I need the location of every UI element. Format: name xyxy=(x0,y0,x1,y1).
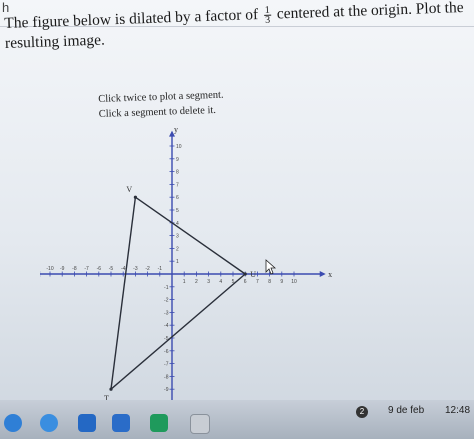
notification-badge[interactable]: 2 xyxy=(356,406,368,418)
taskbar-date[interactable]: 9 de feb xyxy=(388,405,424,416)
mouse-cursor-icon xyxy=(265,259,277,275)
screen: h The figure below is dilated by a facto… xyxy=(0,0,474,439)
x-tick-label: -5 xyxy=(109,266,114,272)
factor-denominator: 3 xyxy=(265,14,271,26)
x-tick-label: 9 xyxy=(280,279,283,285)
corner-text: h xyxy=(2,0,10,15)
y-tick-label: 3 xyxy=(176,234,179,240)
y-tick-label: -2 xyxy=(164,298,169,304)
y-tick-label: -4 xyxy=(164,323,169,329)
x-tick-label: 4 xyxy=(219,279,222,285)
vertex-label-V: V xyxy=(126,185,132,194)
x-tick-label: -8 xyxy=(72,266,77,272)
x-tick-label: -1 xyxy=(158,266,163,272)
x-tick-label: 10 xyxy=(291,279,297,285)
taskbar-time[interactable]: 12:48 xyxy=(445,405,470,416)
x-tick-label: -6 xyxy=(97,266,102,272)
x-tick-label: 2 xyxy=(195,279,198,285)
classroom-icon[interactable] xyxy=(150,414,168,432)
vertex-T[interactable] xyxy=(109,387,113,391)
y-tick-label: -8 xyxy=(164,374,169,380)
x-tick-label: -2 xyxy=(145,266,150,272)
x-tick-label: -7 xyxy=(84,266,89,272)
x-tick-label: -10 xyxy=(46,266,53,272)
meet-icon[interactable] xyxy=(112,414,130,432)
y-tick-label: -6 xyxy=(164,349,169,355)
instruction-line-2: Click a segment to delete it. xyxy=(98,104,217,120)
coordinate-plane[interactable]: -10 -9 -8 -7 -6 -5 -4 -3 -2 -11 2 3 4 5 6 7 8 9 1010987654… xyxy=(40,128,340,408)
x-tick-label: 3 xyxy=(207,279,210,285)
y-tick-label: 7 xyxy=(176,182,179,188)
x-axis-label: x xyxy=(328,270,332,279)
y-tick-label: 10 xyxy=(176,144,182,150)
files-icon[interactable] xyxy=(190,414,210,434)
vertex-label-U: U xyxy=(250,270,256,279)
segment-VU[interactable] xyxy=(134,196,246,275)
x-tick-label: 6 xyxy=(244,279,247,285)
segment-UT[interactable] xyxy=(110,273,246,390)
x-tick-label: -4 xyxy=(121,266,126,272)
y-tick-label: 1 xyxy=(176,259,179,265)
y-tick-label: 6 xyxy=(176,195,179,201)
launcher-icon[interactable] xyxy=(4,414,22,432)
y-tick-label: 9 xyxy=(176,157,179,163)
x-tick-label: 1 xyxy=(183,279,186,285)
y-tick-label: -3 xyxy=(164,310,169,316)
question-before: The figure below is dilated by a factor … xyxy=(4,6,259,32)
y-tick-label: -7 xyxy=(164,362,169,368)
vertex-V[interactable] xyxy=(133,195,137,199)
question-text: The figure below is dilated by a factor … xyxy=(4,0,465,54)
y-tick-label: 5 xyxy=(176,208,179,214)
y-tick-label: 8 xyxy=(176,170,179,176)
instructions: Click twice to plot a segment. Click a s… xyxy=(98,88,224,122)
vertex-U[interactable] xyxy=(243,272,247,276)
docs-icon[interactable] xyxy=(78,414,96,432)
x-axis-arrow-right xyxy=(319,271,326,277)
y-tick-label: -1 xyxy=(164,285,169,291)
x-tick-label: -9 xyxy=(60,266,65,272)
vertex-labels: VUT xyxy=(104,185,256,403)
y-axis-label: y xyxy=(174,128,178,134)
x-tick-label: 8 xyxy=(268,279,271,285)
x-tick-label: 7 xyxy=(256,279,259,285)
chrome-icon[interactable] xyxy=(40,414,58,432)
x-tick-label: -3 xyxy=(133,266,138,272)
dilation-factor: 1 3 xyxy=(263,5,272,26)
y-tick-label: 2 xyxy=(176,246,179,252)
y-tick-label: -9 xyxy=(164,387,169,393)
segment-TV[interactable] xyxy=(110,197,137,390)
